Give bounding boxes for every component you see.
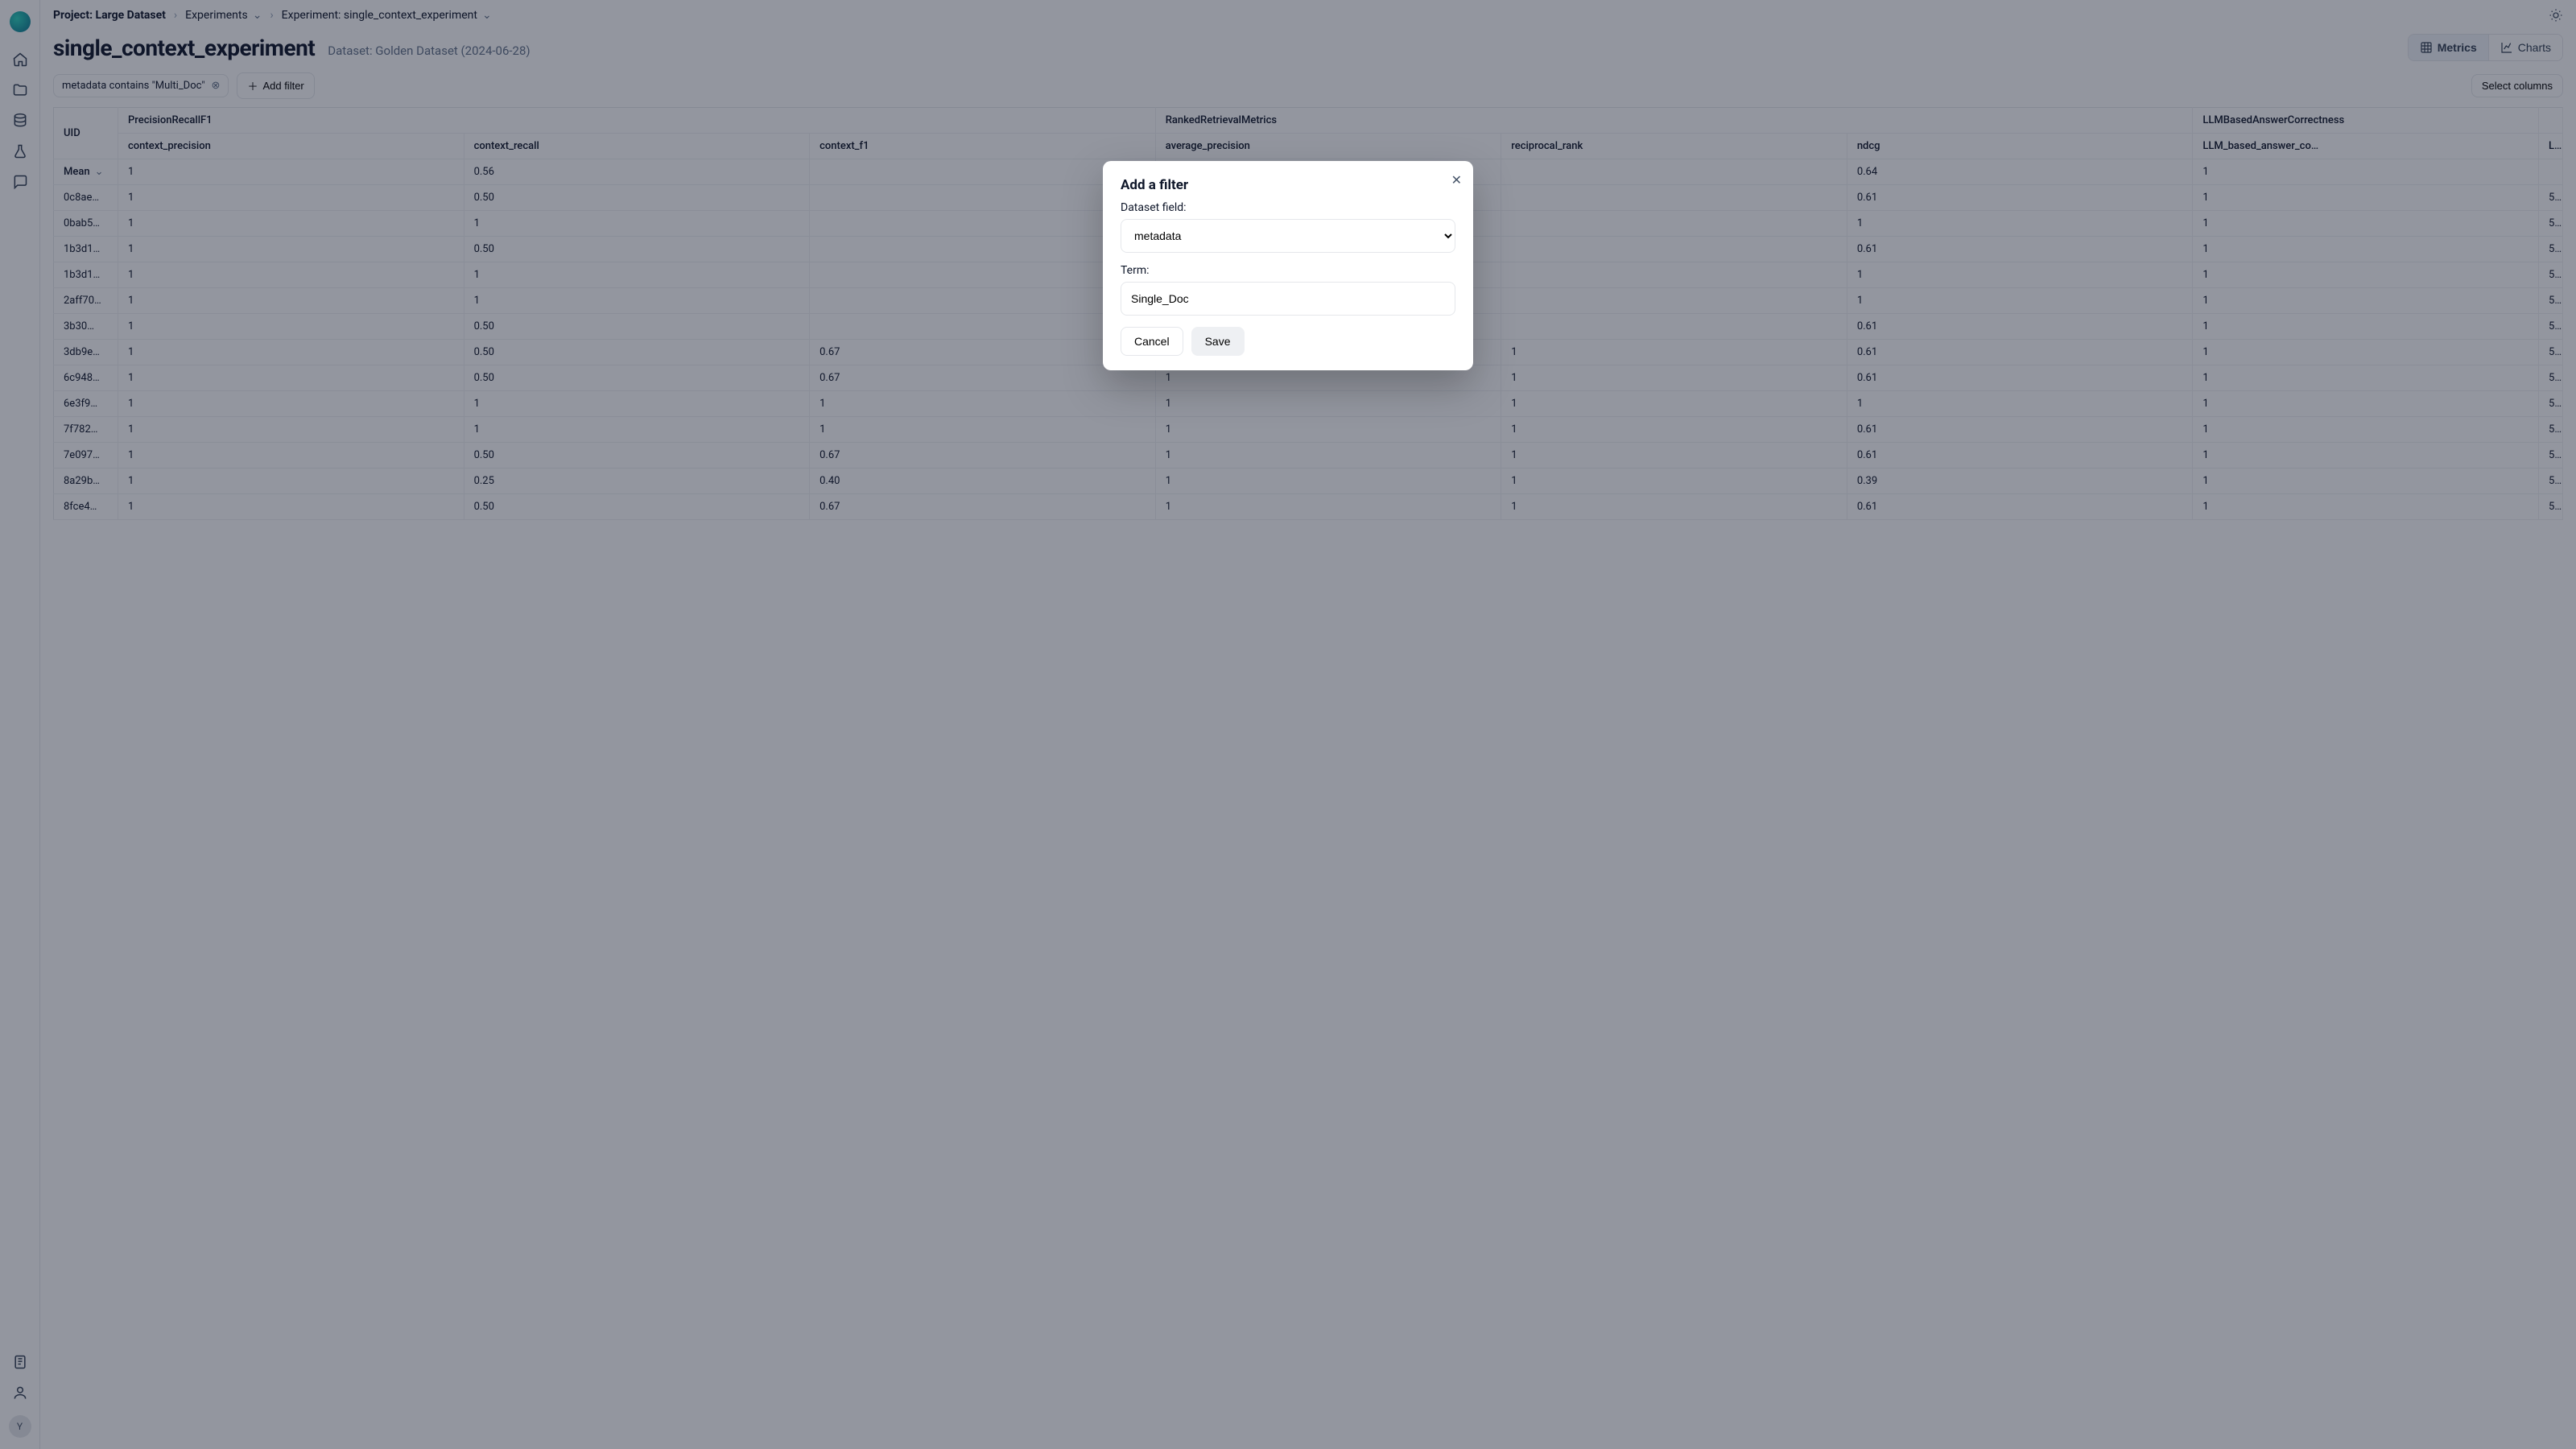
save-button[interactable]: Save [1191, 327, 1245, 356]
term-label: Term: [1121, 264, 1150, 277]
add-filter-modal: ✕ Add a filter Dataset field: metadata T… [1103, 161, 1473, 370]
dataset-field-select[interactable]: metadata [1121, 219, 1455, 253]
modal-overlay[interactable]: ✕ Add a filter Dataset field: metadata T… [0, 0, 2576, 1449]
modal-title: Add a filter [1121, 177, 1455, 193]
field-label: Dataset field: [1121, 201, 1187, 214]
close-icon[interactable]: ✕ [1451, 172, 1462, 188]
term-input[interactable] [1121, 282, 1455, 316]
cancel-button[interactable]: Cancel [1121, 327, 1183, 356]
